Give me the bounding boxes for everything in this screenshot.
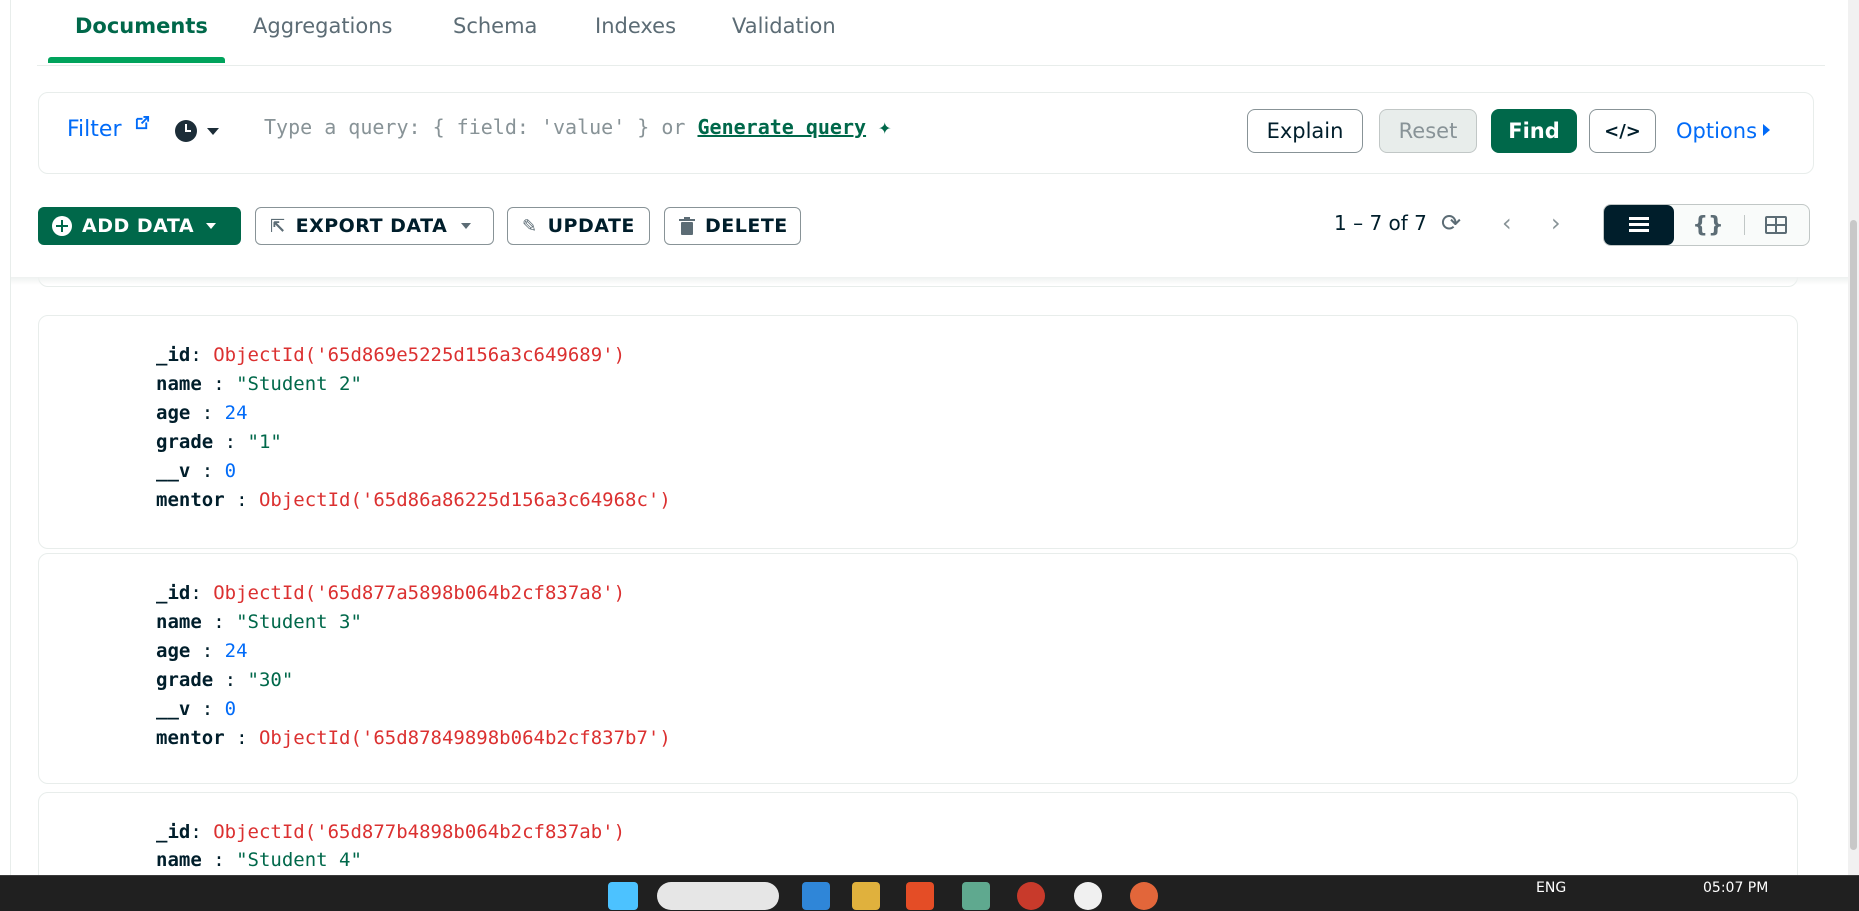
document-field: name : "Student 4" xyxy=(156,849,362,871)
chevron-right-icon[interactable]: › xyxy=(1551,209,1561,237)
filter-link[interactable]: Filter xyxy=(67,117,121,142)
table-icon xyxy=(1765,216,1787,234)
app-icon[interactable] xyxy=(1130,882,1158,910)
export-data-button[interactable]: ⇱ EXPORT DATA xyxy=(255,207,494,245)
table-view-button[interactable] xyxy=(1756,205,1796,245)
compass-collection-view: Documents Aggregations Schema Indexes Va… xyxy=(10,0,1849,875)
pagination-text: 1 – 7 of 7 xyxy=(1334,211,1427,235)
sparkle-icon: ✦ xyxy=(878,115,892,140)
chevron-down-icon xyxy=(206,223,217,229)
document-field: __v : 0 xyxy=(156,698,237,720)
view-toggle: {} xyxy=(1603,204,1810,246)
language-indicator[interactable]: ENG xyxy=(1536,880,1566,896)
toolbar-shadow xyxy=(11,277,1849,285)
export-icon: ⇱ xyxy=(270,215,286,237)
document-field: _id: ObjectId('65d877b4898b064b2cf837ab'… xyxy=(156,821,626,843)
documents-toolbar: ADD DATA ⇱ EXPORT DATA ✎ UPDATE DELETE 1… xyxy=(11,195,1849,277)
delete-button[interactable]: DELETE xyxy=(664,207,801,245)
external-link-icon xyxy=(135,115,150,130)
query-bar: Filter Type a query: { field: 'value' } … xyxy=(38,92,1814,174)
chevron-down-icon xyxy=(461,223,472,229)
document-field: name : "Student 2" xyxy=(156,373,362,395)
document-card[interactable]: _id: ObjectId('65d869e5225d156a3c649689'… xyxy=(38,315,1798,549)
chrome-icon[interactable] xyxy=(1074,882,1102,910)
clock-time[interactable]: 05:07 PM xyxy=(1703,880,1768,896)
document-field: grade : "30" xyxy=(156,669,294,691)
update-label: UPDATE xyxy=(547,215,635,237)
query-placeholder: Type a query: { field: 'value' } or xyxy=(264,115,698,139)
store-icon[interactable] xyxy=(906,882,934,910)
taskbar-search[interactable] xyxy=(657,882,779,910)
pencil-icon: ✎ xyxy=(522,215,538,237)
document-card[interactable]: _id: ObjectId('65d877a5898b064b2cf837a8'… xyxy=(38,553,1798,784)
document-field: _id: ObjectId('65d869e5225d156a3c649689'… xyxy=(156,344,626,366)
tab-documents[interactable]: Documents xyxy=(75,14,208,38)
scrollbar-thumb[interactable] xyxy=(1850,220,1857,850)
document-field: __v : 0 xyxy=(156,460,237,482)
document-field: mentor : ObjectId('65d86a86225d156a3c649… xyxy=(156,489,671,511)
caret-right-icon xyxy=(1763,124,1771,136)
windows-start-icon[interactable] xyxy=(608,882,638,910)
trash-icon xyxy=(679,217,695,235)
export-to-language-button[interactable]: </> xyxy=(1589,109,1656,153)
list-view-button[interactable] xyxy=(1604,205,1674,245)
tab-schema[interactable]: Schema xyxy=(453,14,537,38)
reset-button[interactable]: Reset xyxy=(1379,109,1477,153)
edge-icon[interactable] xyxy=(802,882,830,910)
explain-button[interactable]: Explain xyxy=(1247,109,1363,153)
add-data-button[interactable]: ADD DATA xyxy=(38,207,241,245)
active-tab-indicator xyxy=(48,57,225,63)
document-field: _id: ObjectId('65d877a5898b064b2cf837a8'… xyxy=(156,582,626,604)
document-field: age : 24 xyxy=(156,402,248,424)
add-data-label: ADD DATA xyxy=(82,215,195,237)
list-icon xyxy=(1629,217,1649,233)
json-view-button[interactable]: {} xyxy=(1688,205,1728,245)
app-icon[interactable] xyxy=(1017,882,1045,910)
document-field: mentor : ObjectId('65d87849898b064b2cf83… xyxy=(156,727,671,749)
options-label: Options xyxy=(1676,119,1758,143)
os-taskbar: ENG 05:07 PM xyxy=(0,875,1859,911)
chevron-left-icon[interactable]: ‹ xyxy=(1502,209,1512,237)
document-field: age : 24 xyxy=(156,640,248,662)
generate-query-link[interactable]: Generate query xyxy=(697,115,866,139)
export-data-label: EXPORT DATA xyxy=(295,215,448,237)
options-toggle[interactable]: Options xyxy=(1676,119,1771,143)
tab-aggregations[interactable]: Aggregations xyxy=(253,14,392,38)
document-field: name : "Student 3" xyxy=(156,611,362,633)
document-list: _id: ObjectId('65d869e5225d156a3c649689'… xyxy=(11,277,1849,875)
document-card[interactable]: _id: ObjectId('65d877b4898b064b2cf837ab'… xyxy=(38,792,1798,875)
refresh-icon[interactable]: ⟳ xyxy=(1441,209,1461,237)
view-toggle-divider xyxy=(1744,215,1745,235)
vertical-scrollbar[interactable] xyxy=(1848,0,1859,875)
update-button[interactable]: ✎ UPDATE xyxy=(507,207,650,245)
tab-validation[interactable]: Validation xyxy=(732,14,836,38)
app-icon[interactable] xyxy=(962,882,990,910)
file-explorer-icon[interactable] xyxy=(852,882,880,910)
plus-circle-icon xyxy=(52,216,72,236)
tab-indexes[interactable]: Indexes xyxy=(595,14,676,38)
clock-icon xyxy=(175,120,197,142)
delete-label: DELETE xyxy=(705,215,788,237)
query-input[interactable]: Type a query: { field: 'value' } or Gene… xyxy=(264,115,891,140)
find-button[interactable]: Find xyxy=(1491,109,1577,153)
collection-tabs: Documents Aggregations Schema Indexes Va… xyxy=(37,0,1825,66)
chevron-down-icon xyxy=(207,128,219,135)
document-field: grade : "1" xyxy=(156,431,282,453)
